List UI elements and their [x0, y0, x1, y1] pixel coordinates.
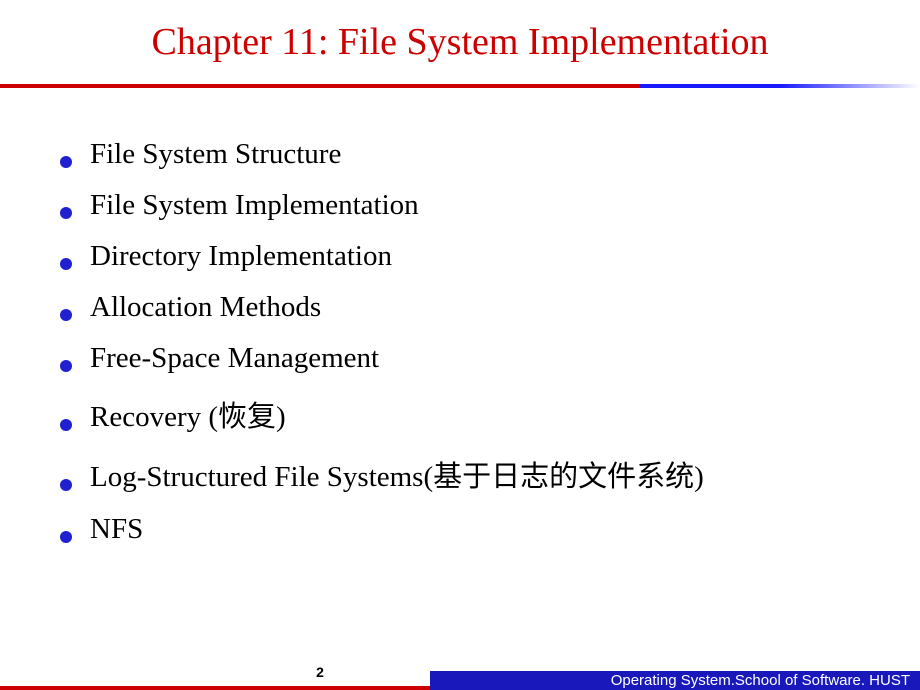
footer-red-segment	[0, 686, 430, 690]
footer-bar: Operating System.School of Software. HUS…	[0, 671, 920, 690]
footer-text: Operating System.School of Software. HUS…	[430, 671, 920, 690]
bullet-text: NFS	[90, 513, 143, 546]
list-item: Directory Implementation	[60, 240, 860, 273]
bullet-text: File System Implementation	[90, 189, 419, 222]
list-item: File System Structure	[60, 138, 860, 171]
list-item: Allocation Methods	[60, 291, 860, 324]
bullet-icon	[60, 207, 72, 219]
bullet-icon	[60, 531, 72, 543]
bullet-text: Log-Structured File Systems(基于日志的文件系统)	[90, 453, 704, 495]
bullet-text: Free-Space Management	[90, 342, 379, 375]
bullet-text: Recovery (恢复)	[90, 393, 286, 435]
list-item: Free-Space Management	[60, 342, 860, 375]
bullet-icon	[60, 419, 72, 431]
bullet-icon	[60, 309, 72, 321]
bullet-text: File System Structure	[90, 138, 341, 171]
list-item: NFS	[60, 513, 860, 546]
divider-bar	[0, 84, 920, 88]
list-item: File System Implementation	[60, 189, 860, 222]
bullet-text: Directory Implementation	[90, 240, 392, 273]
bullet-text: Allocation Methods	[90, 291, 321, 324]
slide-title: Chapter 11: File System Implementation	[0, 0, 920, 84]
bullet-icon	[60, 479, 72, 491]
list-item: Log-Structured File Systems(基于日志的文件系统)	[60, 453, 860, 495]
divider-blue-segment	[640, 84, 920, 88]
divider-red-segment	[0, 84, 640, 88]
bullet-icon	[60, 258, 72, 270]
content-area: File System Structure File System Implem…	[0, 88, 920, 546]
bullet-icon	[60, 156, 72, 168]
list-item: Recovery (恢复)	[60, 393, 860, 435]
bullet-list: File System Structure File System Implem…	[60, 138, 860, 546]
bullet-icon	[60, 360, 72, 372]
